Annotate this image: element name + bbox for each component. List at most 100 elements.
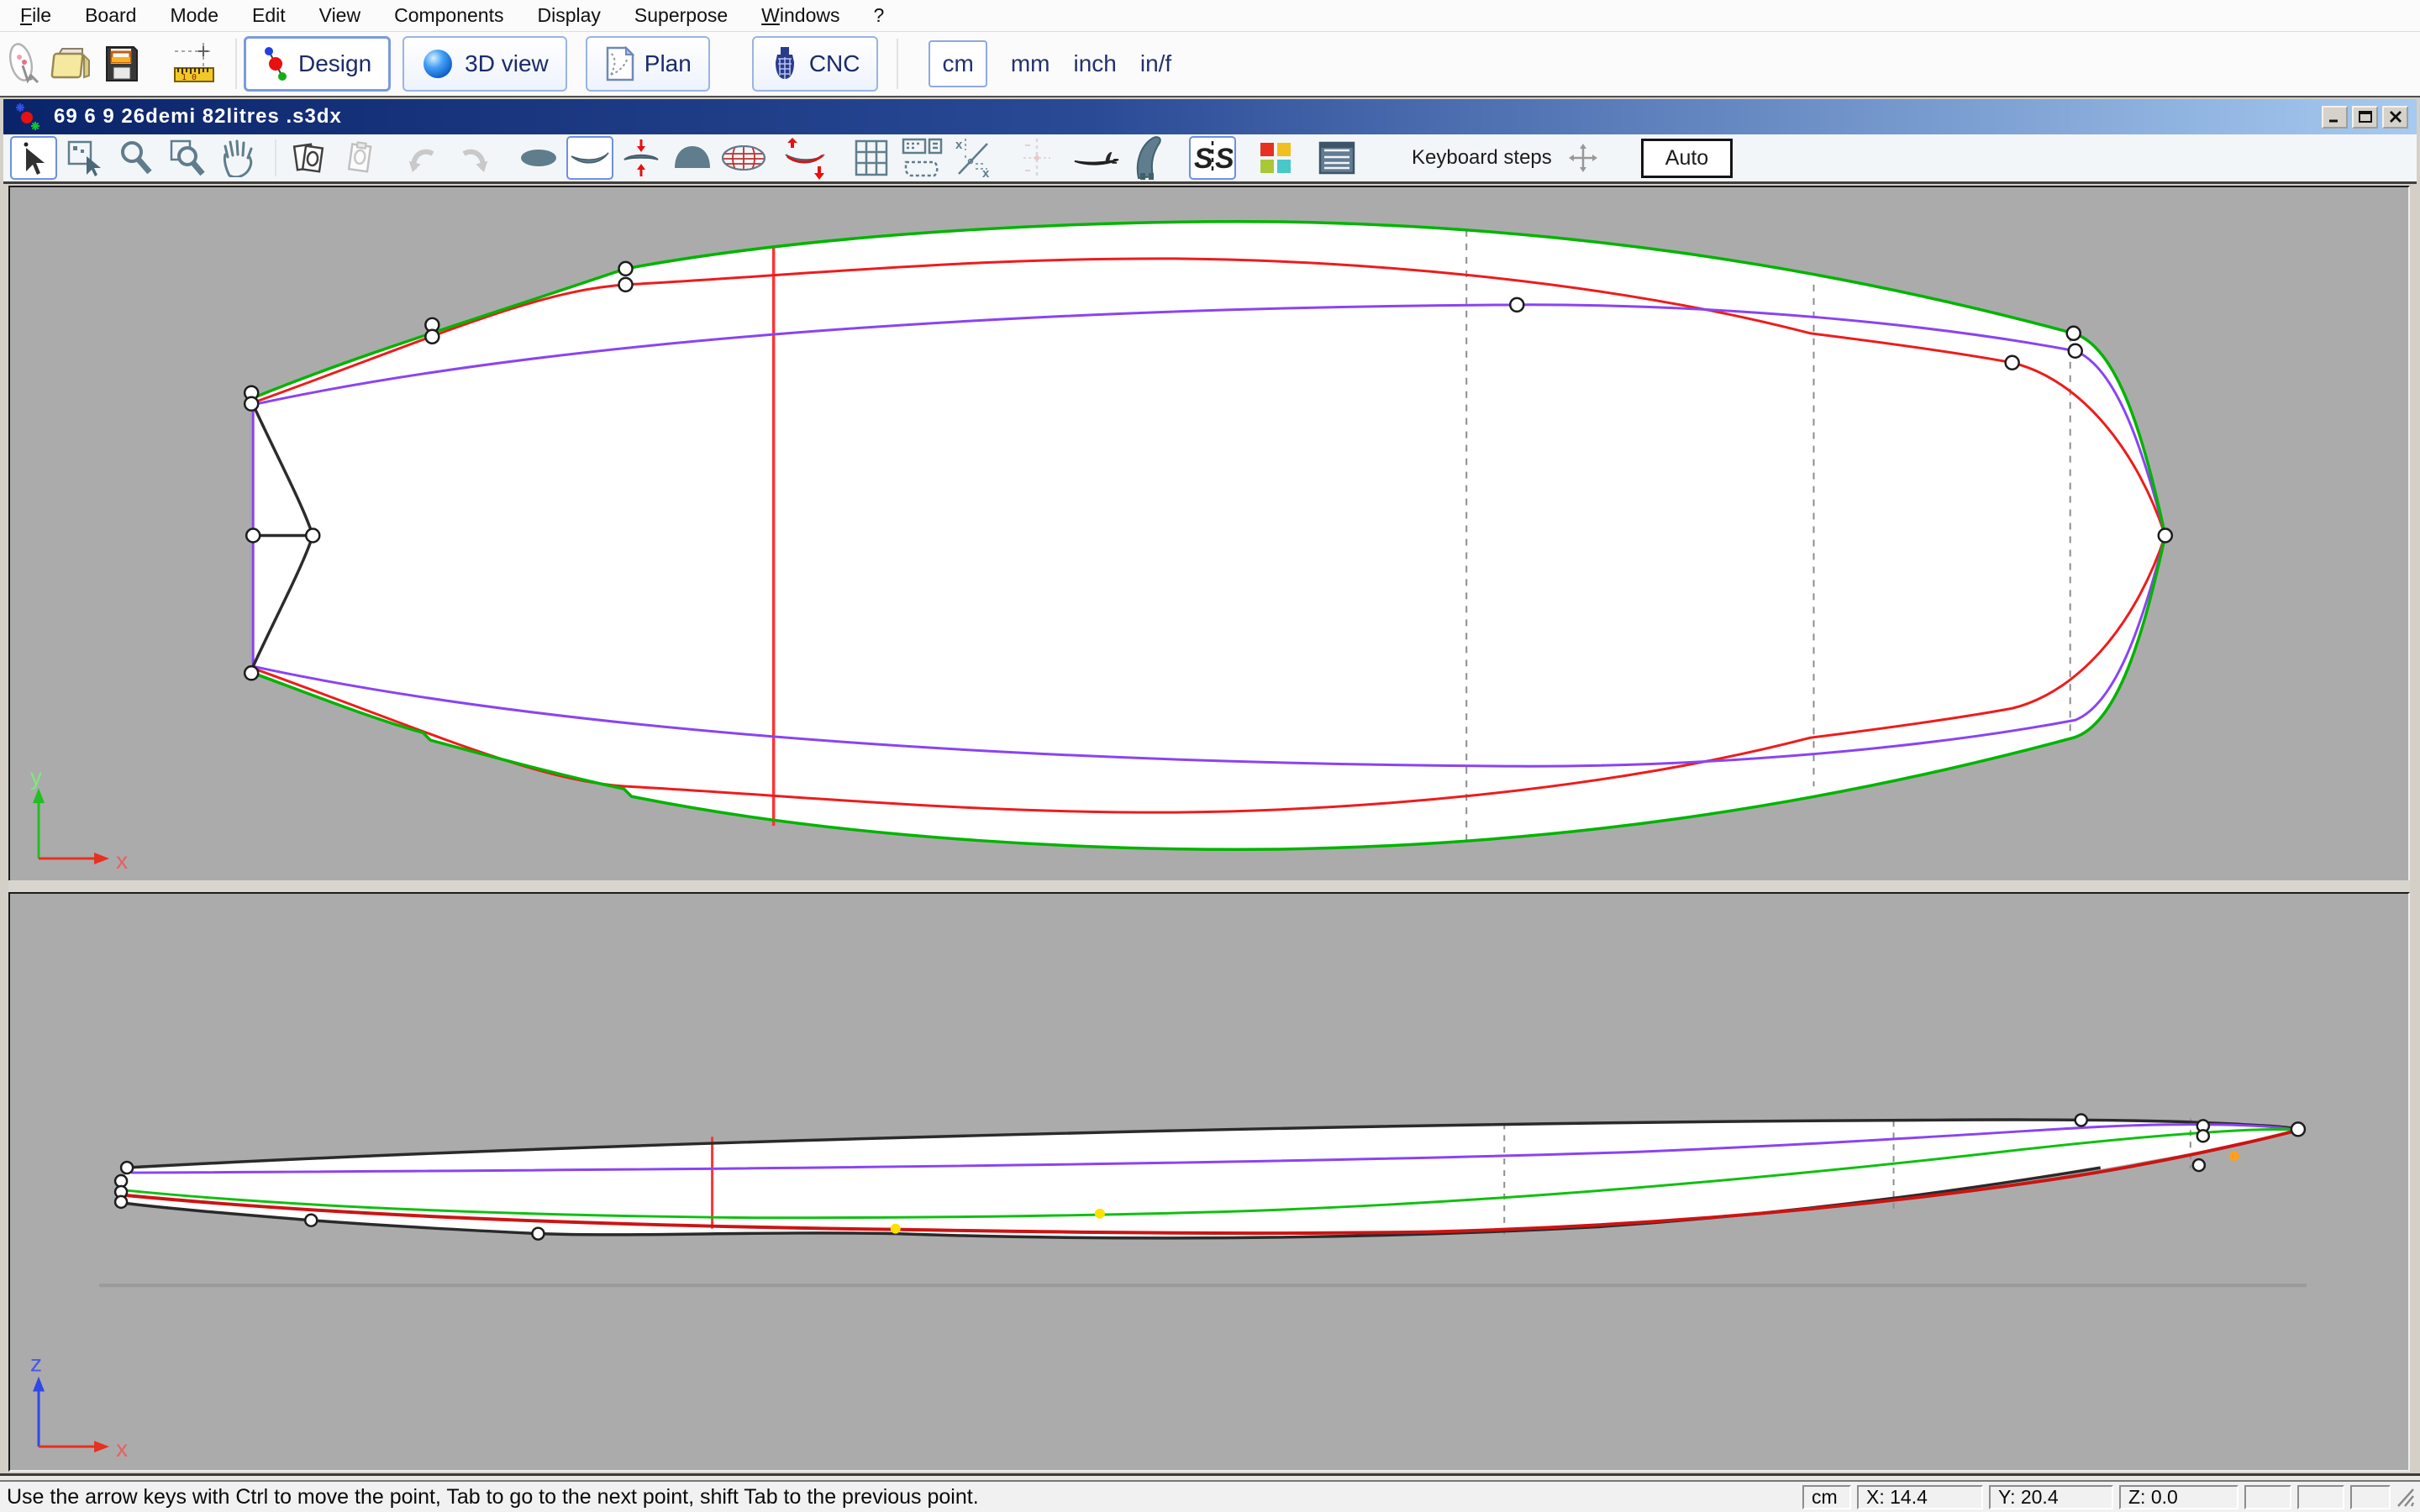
unit-inch[interactable]: inch: [1073, 50, 1116, 77]
xy-axis-indicator: y x: [30, 764, 128, 874]
svg-text:S: S: [1215, 143, 1233, 175]
open-file-button[interactable]: [49, 38, 97, 90]
rocker-adjust-tool[interactable]: [781, 136, 829, 180]
xz-axis-indicator: z x: [30, 1351, 128, 1462]
magnifier-icon: [118, 139, 155, 176]
menu-edit[interactable]: Edit: [252, 4, 286, 27]
status-bar: Use the arrow keys with Ctrl to move the…: [0, 1482, 2420, 1512]
grid-icon: [853, 138, 890, 178]
cnc-bit-icon: [771, 45, 799, 82]
resize-grip[interactable]: [2396, 1486, 2415, 1508]
s3dx-file-icon: [13, 102, 44, 132]
move-arrows-icon[interactable]: [1569, 144, 1597, 172]
hand-icon: [219, 139, 258, 177]
board-outline-fill: [253, 222, 2165, 850]
menu-file[interactable]: File: [20, 4, 51, 27]
status-cells: cm X: 14.4 Y: 20.4 Z: 0.0: [1802, 1485, 2415, 1509]
minimize-button[interactable]: [2322, 106, 2348, 129]
measurements-button[interactable]: 1 0: [170, 38, 218, 90]
window-bottom-edge: [0, 1473, 2420, 1482]
menu-view[interactable]: View: [319, 4, 360, 27]
3d-view-mode-button[interactable]: 3D view: [402, 36, 567, 92]
axis-label-z: z: [30, 1351, 42, 1377]
new-board-button[interactable]: [0, 38, 49, 90]
3d-sphere-icon: [421, 47, 455, 81]
menu-superpose[interactable]: Superpose: [634, 4, 728, 27]
select-area-icon: [66, 139, 103, 176]
3d-ellipse-view-tool[interactable]: [720, 136, 767, 180]
menu-components[interactable]: Components: [394, 4, 503, 27]
symmetry-ss-tool[interactable]: S S: [1189, 136, 1236, 180]
color-palette-tool[interactable]: [1252, 136, 1299, 180]
copy-tool[interactable]: [285, 136, 332, 180]
paste-icon: [340, 139, 379, 177]
axis-label-x2: x: [116, 1436, 128, 1462]
menu-windows[interactable]: Windows: [761, 4, 839, 27]
paste-tool[interactable]: [336, 136, 383, 180]
menu-display[interactable]: Display: [538, 4, 601, 27]
status-x-coordinate: X: 14.4: [1857, 1485, 1983, 1509]
zoom-tool[interactable]: [113, 136, 160, 180]
display-panel-icon: [1318, 140, 1356, 176]
undo-icon: [404, 139, 441, 176]
maximize-icon: [2357, 109, 2374, 124]
unit-inf[interactable]: in/f: [1140, 50, 1171, 77]
profile-view-canvas[interactable]: z x: [10, 894, 2408, 1470]
outline-view-tool[interactable]: [515, 136, 562, 180]
keyboard-steps-label: Keyboard steps: [1412, 146, 1552, 170]
save-file-button[interactable]: [97, 38, 146, 90]
section-view-tool[interactable]: [669, 136, 716, 180]
measurements-diagonal-tool[interactable]: x x: [950, 136, 997, 180]
status-y-coordinate: Y: 20.4: [1989, 1485, 2113, 1509]
document-titlebar[interactable]: 69 6 9 26demi 82litres .s3dx: [3, 99, 2417, 134]
close-button[interactable]: [2382, 106, 2408, 129]
panel-splitter[interactable]: [8, 880, 2410, 892]
tool-toolbar: x x S S: [3, 134, 2417, 184]
pan-hand-tool[interactable]: [215, 136, 262, 180]
auto-steps-toggle[interactable]: Auto: [1641, 139, 1733, 178]
status-empty-cell: [2244, 1485, 2291, 1509]
plan-mode-button[interactable]: Plan: [586, 36, 710, 92]
rocker-arrows-icon: [782, 136, 828, 180]
board-with-fin-tool[interactable]: [1073, 136, 1120, 180]
design-mode-button[interactable]: Design: [244, 36, 391, 92]
new-board-icon: [3, 40, 46, 87]
toolbar-separator: [897, 39, 898, 89]
master-scale-tool[interactable]: [899, 136, 946, 180]
select-point-tool[interactable]: [10, 136, 57, 180]
redo-icon: [455, 139, 492, 176]
svg-text:x: x: [982, 166, 990, 179]
outline-view-canvas[interactable]: y x: [10, 187, 2408, 880]
fin-tool[interactable]: [1124, 136, 1171, 180]
menu-board[interactable]: Board: [85, 4, 136, 27]
board-outline-icon: [518, 139, 559, 176]
unit-cm[interactable]: cm: [929, 40, 986, 87]
color-palette-icon: [1257, 139, 1294, 176]
grid-table-tool[interactable]: [848, 136, 895, 180]
redo-button[interactable]: [450, 136, 497, 180]
profile-view-panel[interactable]: z x: [8, 892, 2410, 1472]
open-folder-icon: [50, 42, 96, 86]
menu-mode[interactable]: Mode: [170, 4, 218, 27]
fin-icon: [1128, 136, 1167, 180]
axis-label-x: x: [116, 848, 128, 874]
menu-bar: File Board Mode Edit View Components Dis…: [0, 0, 2420, 32]
magnifier-area-icon: [169, 139, 206, 176]
thickness-view-tool[interactable]: [618, 136, 665, 180]
maximize-button[interactable]: [2352, 106, 2378, 129]
master-scale-icon: [901, 137, 944, 179]
select-area-tool[interactable]: [61, 136, 108, 180]
ghost-guideline-tool[interactable]: [1013, 136, 1060, 180]
menu-help[interactable]: ?: [874, 4, 885, 27]
undo-button[interactable]: [399, 136, 446, 180]
ghost-crosshair-icon: [1018, 137, 1055, 179]
profile-fill: [122, 1120, 2298, 1238]
zoom-area-tool[interactable]: [164, 136, 211, 180]
outline-view-panel[interactable]: y x: [8, 186, 2410, 880]
unit-mm[interactable]: mm: [1011, 50, 1050, 77]
plan-document-icon: [604, 46, 634, 81]
cnc-mode-button[interactable]: CNC: [752, 36, 879, 92]
display-panel-tool[interactable]: [1313, 136, 1360, 180]
profile-view-tool[interactable]: [566, 136, 613, 180]
status-empty-cell: [2297, 1485, 2344, 1509]
